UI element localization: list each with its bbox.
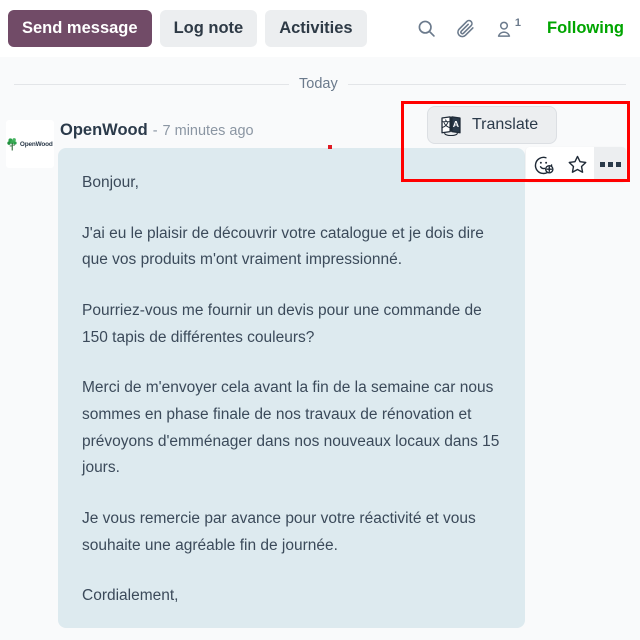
message-body: Bonjour, J'ai eu le plaisir de découvrir…	[58, 148, 525, 628]
followers-icon-group[interactable]: 1	[494, 16, 522, 39]
ellipsis-icon[interactable]	[594, 147, 626, 181]
ellipsis-dot	[599, 161, 605, 167]
date-divider-label: Today	[299, 76, 338, 92]
svg-text:文: 文	[442, 119, 451, 129]
avatar-wordmark: OpenWood	[20, 140, 53, 148]
add-reaction-icon[interactable]	[526, 147, 560, 181]
cursor-marker	[328, 145, 332, 149]
translate-label: Translate	[472, 116, 539, 133]
ellipsis-dot	[615, 161, 621, 167]
composer-toolbar: Send message Log note Activities 1 Follo…	[0, 0, 640, 57]
translate-button[interactable]: 文 A Translate	[427, 106, 558, 144]
message-paragraph: Je vous remercie par avance pour votre r…	[82, 509, 476, 554]
ellipsis-dots	[599, 161, 621, 167]
message-paragraph: Bonjour,	[82, 174, 139, 191]
svg-text:A: A	[453, 119, 460, 129]
paperclip-icon[interactable]	[455, 18, 476, 39]
date-divider: Today	[14, 76, 626, 92]
message-paragraph: J'ai eu le plaisir de découvrir votre ca…	[82, 224, 484, 269]
message-paragraph: Pourriez-vous me fournir un devis pour u…	[82, 301, 482, 346]
avatar[interactable]: OpenWood	[6, 120, 54, 168]
message-timestamp: 7 minutes ago	[162, 123, 254, 139]
divider-rule-right	[347, 83, 626, 85]
star-icon[interactable]	[560, 147, 594, 181]
message-author[interactable]: OpenWood	[60, 121, 148, 140]
divider-rule-left	[14, 83, 289, 85]
tree-logo-icon	[7, 137, 17, 150]
message-paragraph: Cordialement,	[82, 587, 179, 605]
message-action-bar	[526, 147, 626, 181]
followers-count: 1	[514, 16, 522, 29]
message-header: OpenWood - 7 minutes ago	[60, 121, 254, 140]
translate-icon: 文 A	[441, 116, 461, 136]
log-note-button[interactable]: Log note	[159, 10, 258, 47]
activities-button[interactable]: Activities	[265, 10, 367, 47]
following-toggle[interactable]: Following	[547, 19, 624, 38]
search-icon[interactable]	[416, 18, 437, 39]
message-paragraph: Merci de m'envoyer cela avant la fin de …	[82, 379, 500, 477]
message-timestamp-separator: -	[152, 123, 158, 139]
send-message-button[interactable]: Send message	[8, 10, 152, 47]
openwood-logo: OpenWood	[7, 137, 53, 151]
toolbar-icon-group: 1	[416, 16, 522, 39]
ellipsis-dot	[607, 161, 613, 167]
